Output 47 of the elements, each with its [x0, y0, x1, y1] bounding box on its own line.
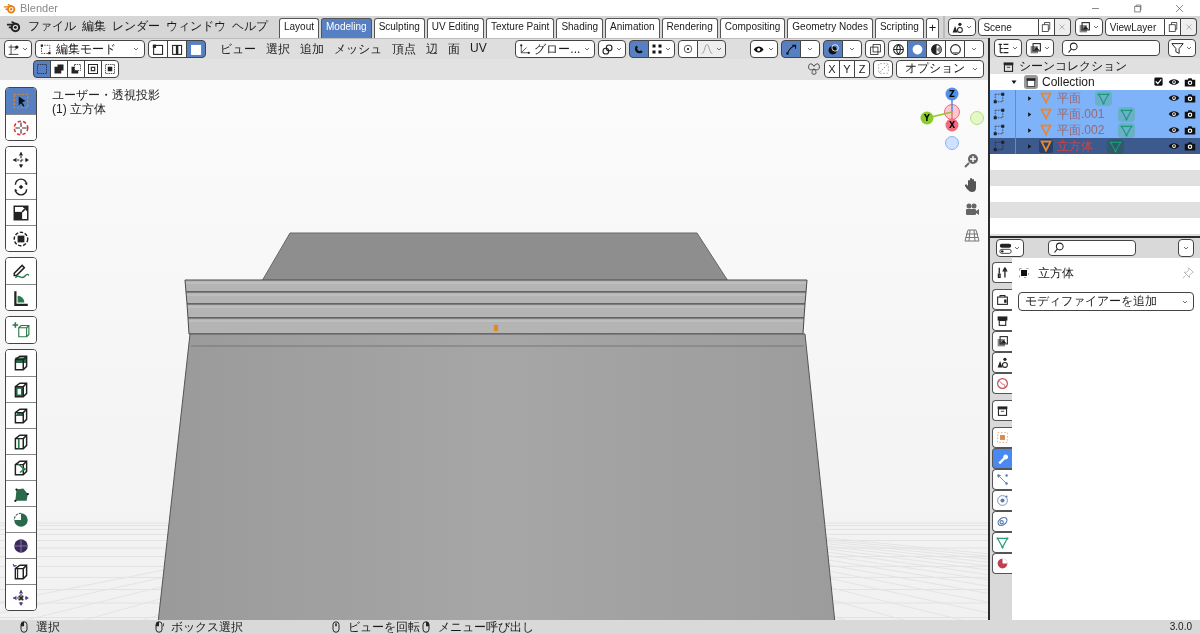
view-layer-name-field[interactable]: ViewLayer — [1104, 18, 1165, 36]
axis-toggle[interactable]: Z — [854, 59, 870, 78]
status-hint: ボックス選択 — [171, 620, 243, 634]
axis-label: X — [948, 121, 956, 130]
mode-dropdown[interactable]: 編集モード — [35, 40, 145, 58]
workspace-tab[interactable]: Geometry Nodes — [787, 18, 873, 38]
menu-item[interactable]: UV — [465, 40, 492, 58]
add-workspace-button[interactable]: + — [925, 18, 940, 38]
menu-item[interactable]: メッシュ — [329, 40, 387, 58]
axis-toggle[interactable]: X — [824, 59, 840, 78]
menu-item[interactable]: ファイル — [25, 18, 79, 35]
menu-item[interactable]: 頂点 — [387, 40, 421, 58]
object-name: 立方体 — [1038, 264, 1074, 282]
menu-item[interactable]: ビュー — [215, 40, 261, 58]
scene-name-field[interactable]: Scene — [978, 18, 1039, 36]
menu-item[interactable]: 面 — [443, 40, 465, 58]
axis-toggle[interactable]: Y — [839, 59, 855, 78]
menu-item[interactable]: 辺 — [421, 40, 443, 58]
menu-item[interactable]: 追加 — [295, 40, 329, 58]
window-title: Blender — [20, 2, 58, 14]
menu-item[interactable]: 選択 — [261, 40, 295, 58]
menu-item[interactable]: レンダー — [109, 18, 163, 35]
workspace-tab[interactable]: Modeling — [321, 18, 372, 38]
view-name-label: ユーザー・透視投影 — [52, 87, 160, 103]
workspace-tab[interactable]: Layout — [279, 18, 320, 38]
axis-label: Z — [949, 90, 955, 99]
status-hint: ビューを回転 — [348, 620, 420, 634]
status-hint: 選択 — [36, 620, 60, 634]
workspace-tab[interactable]: UV Editing — [426, 18, 484, 38]
status-hint: メニュー呼び出し — [438, 620, 534, 634]
workspace-tab[interactable]: Compositing — [719, 18, 786, 38]
workspace-tab[interactable]: Sculpting — [373, 18, 425, 38]
object-name-label: (1) 立方体 — [52, 101, 106, 118]
workspace-tab[interactable]: Texture Paint — [486, 18, 555, 38]
menu-item[interactable]: ヘルプ — [229, 18, 271, 35]
workspace-tab[interactable]: Animation — [605, 18, 660, 38]
workspace-tab[interactable]: Scripting — [874, 18, 924, 38]
collection-label[interactable]: Collection — [1042, 75, 1095, 89]
version-label: 3.0.0 — [1169, 620, 1193, 634]
menu-item[interactable]: 編集 — [79, 18, 109, 35]
options-dropdown[interactable]: オプション — [896, 59, 984, 78]
menu-item[interactable]: ウィンドウ — [163, 18, 229, 35]
axis-label: Y — [924, 114, 930, 123]
workspace-tab[interactable]: Shading — [556, 18, 604, 38]
orientation-dropdown[interactable]: グロー... — [515, 40, 596, 58]
workspace-tab[interactable]: Rendering — [661, 18, 718, 38]
add-modifier-dropdown[interactable]: モディファイアーを追加 — [1018, 292, 1194, 311]
